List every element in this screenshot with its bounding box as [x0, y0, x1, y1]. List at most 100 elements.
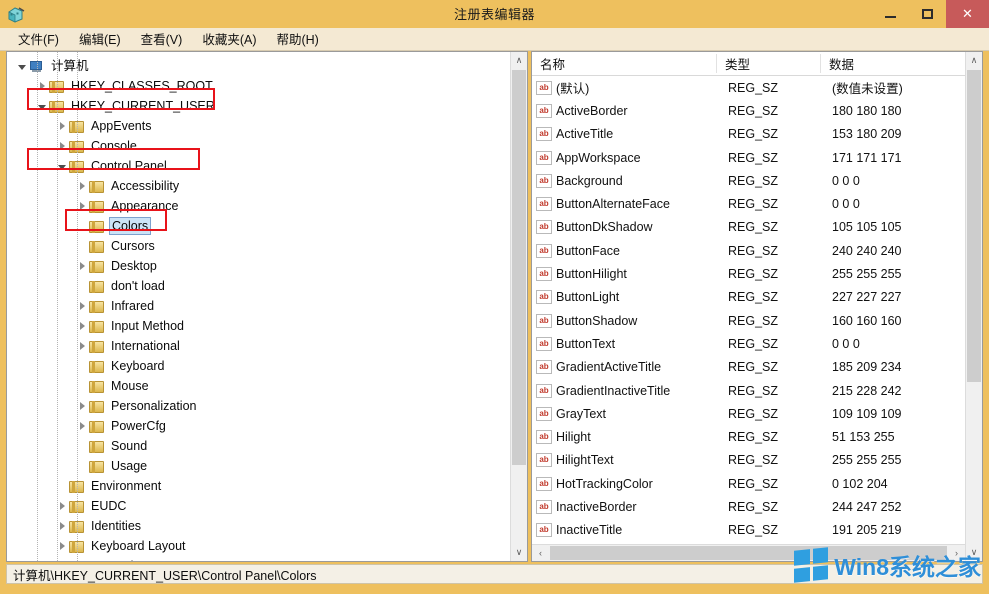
values-hscroll-thumb[interactable]: [550, 546, 947, 560]
folder-icon: [89, 340, 104, 353]
minimize-button[interactable]: [872, 0, 909, 28]
tree-item-personalization[interactable]: Personalization: [13, 396, 510, 416]
content-panes: 计算机HKEY_CLASSES_ROOTHKEY_CURRENT_USERApp…: [6, 51, 983, 562]
values-scroll-up-button[interactable]: ∧: [966, 52, 982, 69]
column-header-data[interactable]: 数据: [820, 54, 982, 73]
value-type: REG_SZ: [720, 81, 824, 95]
registry-editor-window: 注册表编辑器 ✕ 文件(F) 编辑(E) 查看(V) 收藏夹(A) 帮助(H) …: [0, 0, 989, 594]
tree-item-usage[interactable]: Usage: [13, 456, 510, 476]
value-data: 0 102 204: [824, 477, 965, 491]
tree-item-international[interactable]: International: [13, 336, 510, 356]
value-data: (数值未设置): [824, 78, 965, 97]
values-horizontal-scrollbar[interactable]: ‹ ›: [532, 544, 965, 561]
values-scroll-down-button[interactable]: ∨: [966, 544, 982, 561]
values-scroll-thumb[interactable]: [967, 70, 981, 382]
tree-item-hkey-current-user[interactable]: HKEY_CURRENT_USER: [13, 96, 510, 116]
tree-item-appearance[interactable]: Appearance: [13, 196, 510, 216]
tree-scroll-up-button[interactable]: ∧: [511, 52, 527, 69]
value-row[interactable]: abButtonLightREG_SZ227 227 227: [532, 286, 965, 309]
menu-item-view[interactable]: 查看(V): [131, 27, 193, 51]
value-row[interactable]: abButtonAlternateFaceREG_SZ0 0 0: [532, 192, 965, 215]
tree-item-eudc[interactable]: EUDC: [13, 496, 510, 516]
tree-item-label: Colors: [109, 217, 151, 235]
value-row[interactable]: abBackgroundREG_SZ0 0 0: [532, 169, 965, 192]
tree-item-appevents[interactable]: AppEvents: [13, 116, 510, 136]
value-type: REG_SZ: [720, 290, 824, 304]
registry-tree[interactable]: 计算机HKEY_CLASSES_ROOTHKEY_CURRENT_USERApp…: [7, 52, 510, 561]
value-row[interactable]: abActiveTitleREG_SZ153 180 209: [532, 123, 965, 146]
chevron-right-icon: [80, 322, 85, 330]
values-scroll-right-button[interactable]: ›: [948, 545, 965, 561]
values-column-header: 名称 类型 数据: [532, 52, 982, 76]
value-row[interactable]: abButtonShadowREG_SZ160 160 160: [532, 309, 965, 332]
tree-item-console[interactable]: Console: [13, 136, 510, 156]
close-button[interactable]: ✕: [946, 0, 989, 28]
chevron-right-icon: [60, 522, 65, 530]
tree-item-identities[interactable]: Identities: [13, 516, 510, 536]
tree-item-input-method[interactable]: Input Method: [13, 316, 510, 336]
tree-item-label: Infrared: [109, 297, 156, 315]
values-scroll-left-button[interactable]: ‹: [532, 545, 549, 561]
tree-item-environment[interactable]: Environment: [13, 476, 510, 496]
tree-item-infrared[interactable]: Infrared: [13, 296, 510, 316]
tree-item-label: Desktop: [109, 257, 159, 275]
chevron-right-icon: [80, 402, 85, 410]
value-name: GradientActiveTitle: [556, 360, 720, 374]
values-vertical-scrollbar[interactable]: ∧ ∨: [965, 52, 982, 561]
tree-item-hkey-classes-root[interactable]: HKEY_CLASSES_ROOT: [13, 76, 510, 96]
value-data: 109 109 109: [824, 407, 965, 421]
tree-item-don-t-load[interactable]: don't load: [13, 276, 510, 296]
tree-item-accessibility[interactable]: Accessibility: [13, 176, 510, 196]
folder-icon: [89, 460, 104, 473]
value-type: REG_SZ: [720, 500, 824, 514]
value-row[interactable]: abButtonFaceREG_SZ240 240 240: [532, 239, 965, 262]
tree-item-powercfg[interactable]: PowerCfg: [13, 416, 510, 436]
tree-scroll-thumb[interactable]: [512, 70, 526, 465]
tree-item-colors[interactable]: Colors: [13, 216, 510, 236]
column-header-type[interactable]: 类型: [716, 54, 820, 73]
value-row[interactable]: abHilightREG_SZ51 153 255: [532, 425, 965, 448]
folder-icon: [89, 420, 104, 433]
menu-item-help[interactable]: 帮助(H): [266, 27, 328, 51]
value-row[interactable]: abHilightTextREG_SZ255 255 255: [532, 449, 965, 472]
string-value-icon: ab: [536, 407, 552, 421]
value-row[interactable]: abGradientInactiveTitleREG_SZ215 228 242: [532, 379, 965, 402]
tree-item-sound[interactable]: Sound: [13, 436, 510, 456]
tree-item-computer[interactable]: 计算机: [13, 56, 510, 76]
string-value-icon: ab: [536, 290, 552, 304]
string-value-icon: ab: [536, 267, 552, 281]
string-value-icon: ab: [536, 104, 552, 118]
value-row[interactable]: abHotTrackingColorREG_SZ0 102 204: [532, 472, 965, 495]
tree-item-label: Usage: [109, 457, 149, 475]
value-row[interactable]: abButtonDkShadowREG_SZ105 105 105: [532, 216, 965, 239]
menu-item-edit[interactable]: 编辑(E): [69, 27, 131, 51]
menu-item-favorites[interactable]: 收藏夹(A): [192, 27, 266, 51]
column-header-name[interactable]: 名称: [532, 54, 716, 73]
tree-item-desktop[interactable]: Desktop: [13, 256, 510, 276]
value-row[interactable]: abActiveBorderREG_SZ180 180 180: [532, 99, 965, 122]
tree-scroll-down-button[interactable]: ∨: [511, 544, 527, 561]
tree-item-keyboard[interactable]: Keyboard: [13, 356, 510, 376]
values-list[interactable]: ab(默认)REG_SZ(数值未设置)abActiveBorderREG_SZ1…: [532, 76, 965, 544]
value-type: REG_SZ: [720, 477, 824, 491]
menu-item-file[interactable]: 文件(F): [8, 27, 69, 51]
tree-item-control-panel[interactable]: Control Panel: [13, 156, 510, 176]
tree-item-keyboard-layout[interactable]: Keyboard Layout: [13, 536, 510, 556]
value-row[interactable]: abGradientActiveTitleREG_SZ185 209 234: [532, 356, 965, 379]
value-row[interactable]: abInactiveTitleREG_SZ191 205 219: [532, 519, 965, 542]
value-row[interactable]: abButtonTextREG_SZ0 0 0: [532, 332, 965, 355]
tree-item-network[interactable]: Network: [13, 556, 510, 561]
value-row[interactable]: abButtonHilightREG_SZ255 255 255: [532, 262, 965, 285]
folder-icon: [89, 440, 104, 453]
value-row[interactable]: abAppWorkspaceREG_SZ171 171 171: [532, 146, 965, 169]
tree-item-label: EUDC: [89, 497, 128, 515]
maximize-button[interactable]: [909, 0, 946, 28]
value-row[interactable]: abGrayTextREG_SZ109 109 109: [532, 402, 965, 425]
value-row[interactable]: ab(默认)REG_SZ(数值未设置): [532, 76, 965, 99]
collapse-arrow-icon[interactable]: [15, 56, 29, 76]
tree-item-mouse[interactable]: Mouse: [13, 376, 510, 396]
tree-item-cursors[interactable]: Cursors: [13, 236, 510, 256]
chevron-right-icon: [60, 502, 65, 510]
tree-vertical-scrollbar[interactable]: ∧ ∨: [510, 52, 527, 561]
value-row[interactable]: abInactiveBorderREG_SZ244 247 252: [532, 495, 965, 518]
